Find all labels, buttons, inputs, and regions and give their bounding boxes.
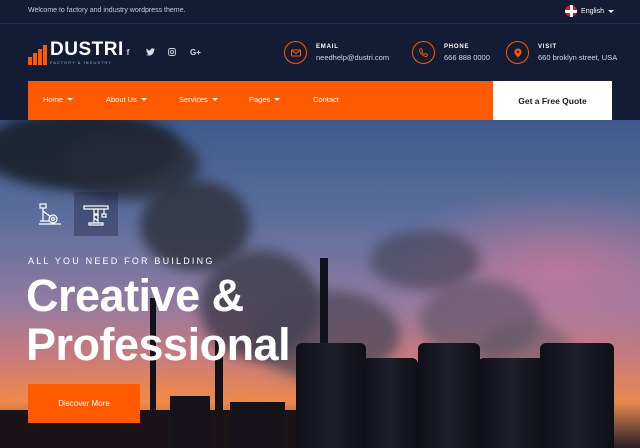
hero-headline-line-2: Professional: [26, 319, 291, 370]
chevron-down-icon: [274, 98, 281, 101]
google-plus-icon[interactable]: G+: [190, 48, 201, 58]
email-info[interactable]: EMAIL needhelp@dustri.com: [284, 41, 389, 64]
top-bar: Welcome to factory and industry wordpres…: [0, 0, 640, 24]
social-links: f G+: [124, 48, 201, 58]
nav-item-label: Pages: [249, 95, 271, 104]
nav-item-about-us[interactable]: About Us: [106, 95, 147, 104]
language-label: English: [581, 7, 604, 15]
discover-more-button[interactable]: Discover More: [28, 384, 140, 423]
phone-label: PHONE: [444, 43, 470, 50]
email-label: EMAIL: [316, 43, 339, 50]
chevron-down-icon: [140, 98, 147, 101]
get-free-quote-button[interactable]: Get a Free Quote: [493, 81, 612, 120]
chevron-down-icon: [608, 9, 614, 13]
logo-mark: [28, 45, 47, 65]
visit-info[interactable]: VISIT 660 broklyn street, USA: [506, 41, 617, 64]
crane-icon[interactable]: [28, 192, 72, 236]
nav-item-services[interactable]: Services: [179, 95, 218, 104]
phone-info[interactable]: PHONE 666 888 0000: [412, 41, 490, 64]
header: DUSTRI FACTORY & INDUSTRY f G+ EMAIL nee…: [0, 25, 640, 81]
nav-item-label: Contact: [313, 95, 339, 104]
tower-crane-icon[interactable]: [74, 192, 118, 236]
facebook-icon[interactable]: f: [124, 48, 132, 58]
visit-label: VISIT: [538, 43, 558, 50]
hero-headline-line-1: Creative &: [26, 270, 244, 321]
map-pin-icon: [506, 41, 529, 64]
visit-value: 660 broklyn street, USA: [538, 52, 618, 62]
uk-flag-icon: [565, 5, 578, 17]
language-selector[interactable]: English: [565, 5, 614, 17]
hero-tagline: ALL YOU NEED FOR BUILDING: [28, 256, 215, 266]
instagram-icon[interactable]: [168, 48, 176, 58]
email-value: needhelp@dustri.com: [316, 52, 390, 62]
nav-item-contact[interactable]: Contact: [313, 95, 339, 104]
logo-tagline: FACTORY & INDUSTRY: [50, 60, 112, 65]
welcome-text: Welcome to factory and industry wordpres…: [28, 7, 186, 14]
twitter-icon[interactable]: [146, 48, 155, 58]
main-nav: Home About Us Services Pages Contact: [28, 81, 493, 120]
phone-value: 666 888 0000: [444, 52, 490, 62]
nav-item-pages[interactable]: Pages: [249, 95, 281, 104]
hero-icon-tabs: [28, 192, 120, 236]
logo[interactable]: DUSTRI FACTORY & INDUSTRY: [28, 39, 124, 65]
nav-item-label: Services: [179, 95, 208, 104]
nav-item-home[interactable]: Home: [43, 95, 74, 104]
nav-item-label: About Us: [106, 95, 137, 104]
chevron-down-icon: [211, 98, 218, 101]
phone-icon: [412, 41, 435, 64]
chevron-down-icon: [67, 98, 74, 101]
mail-icon: [284, 41, 307, 64]
hero-headline: Creative & Professional: [26, 270, 291, 370]
nav-item-label: Home: [43, 95, 64, 104]
logo-name: DUSTRI: [50, 39, 124, 60]
